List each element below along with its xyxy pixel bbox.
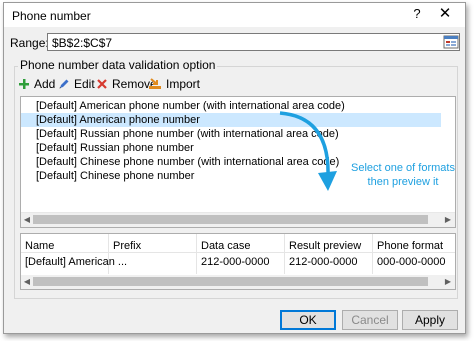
- scroll-right-icon[interactable]: ▶: [443, 215, 453, 225]
- list-item[interactable]: [Default] Russian phone number (with int…: [21, 127, 441, 141]
- group-title: Phone number data validation option: [18, 58, 218, 72]
- pencil-icon: [59, 79, 69, 89]
- preview-table: Name [Default] American ... Prefix Data …: [20, 233, 456, 290]
- preview-cell: 212-000-0000: [289, 256, 358, 268]
- scroll-left-icon[interactable]: ◀: [22, 277, 32, 287]
- column-header[interactable]: Data case: [201, 240, 251, 252]
- import-button[interactable]: Import: [148, 75, 200, 93]
- add-label: Add: [34, 77, 56, 91]
- import-label: Import: [166, 77, 201, 91]
- cancel-button[interactable]: Cancel: [342, 310, 398, 330]
- list-item[interactable]: [Default] American phone number (with in…: [21, 99, 441, 113]
- window-title: Phone number: [12, 9, 91, 23]
- scroll-left-icon[interactable]: ◀: [22, 215, 32, 225]
- preview-column-result: Result preview 212-000-0000: [285, 234, 373, 274]
- annotation-line-2: then preview it: [367, 176, 439, 188]
- import-icon: [149, 78, 161, 89]
- scroll-right-icon[interactable]: ▶: [443, 277, 453, 287]
- help-button[interactable]: ?: [410, 6, 424, 22]
- close-button[interactable]: ✕: [436, 6, 454, 22]
- title-bar: Phone number ? ✕: [4, 3, 465, 27]
- range-picker-icon[interactable]: [443, 34, 459, 50]
- edit-button[interactable]: Edit: [58, 75, 95, 93]
- add-button[interactable]: Add: [18, 75, 55, 93]
- column-header[interactable]: Prefix: [113, 240, 141, 252]
- range-value: $B$2:$C$7: [52, 36, 113, 50]
- edit-label: Edit: [74, 77, 95, 91]
- scroll-thumb[interactable]: [33, 215, 428, 224]
- remove-x-icon: [97, 79, 107, 89]
- annotation-line-1: Select one of formats: [351, 162, 455, 174]
- column-header[interactable]: Name: [25, 240, 54, 252]
- ok-button[interactable]: OK: [280, 310, 336, 330]
- column-header[interactable]: Result preview: [289, 240, 361, 252]
- preview-column-phone-format: Phone format 000-000-0000: [373, 234, 455, 274]
- preview-column-prefix: Prefix: [109, 234, 197, 274]
- column-header[interactable]: Phone format: [377, 240, 443, 252]
- preview-column-name: Name [Default] American ...: [21, 234, 127, 274]
- preview-cell: 212-000-0000: [201, 256, 270, 268]
- range-input[interactable]: $B$2:$C$7: [47, 33, 460, 51]
- list-item[interactable]: [Default] Russian phone number: [21, 141, 441, 155]
- scroll-thumb[interactable]: [33, 277, 428, 286]
- curved-arrow-icon: [279, 111, 337, 191]
- preview-column-data-case: Data case 212-000-0000: [197, 234, 285, 274]
- preview-horizontal-scrollbar[interactable]: ◀ ▶: [21, 275, 455, 289]
- preview-cell: 000-000-0000: [377, 256, 446, 268]
- phone-number-dialog: Phone number ? ✕ Range: $B$2:$C$7 Phone …: [3, 2, 466, 334]
- plus-icon: [19, 79, 29, 89]
- apply-button[interactable]: Apply: [402, 310, 458, 330]
- list-horizontal-scrollbar[interactable]: ◀ ▶: [21, 212, 455, 227]
- range-label: Range:: [10, 36, 49, 50]
- list-item-selected[interactable]: [Default] American phone number: [21, 113, 441, 127]
- annotation-text: Select one of formats then preview it: [338, 161, 468, 189]
- header-divider: [21, 252, 455, 253]
